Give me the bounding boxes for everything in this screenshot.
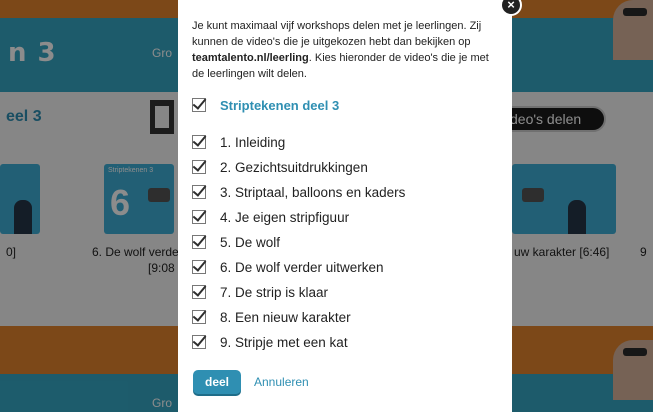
checkbox-checked[interactable] [192, 160, 206, 174]
video-checkbox-row[interactable]: 2. Gezichtsuitdrukkingen [192, 158, 368, 176]
checkbox-checked[interactable] [192, 335, 206, 349]
video-checkbox-row[interactable]: 7. De strip is klaar [192, 283, 328, 301]
dialog-intro-text: Je kunt maximaal vijf workshops delen me… [192, 18, 498, 82]
video-label: 3. Striptaal, balloons en kaders [220, 184, 406, 200]
checkbox-checked[interactable] [192, 260, 206, 274]
video-label: 4. Je eigen stripfiguur [220, 209, 350, 225]
share-button[interactable]: deel [193, 370, 241, 394]
video-checkbox-row[interactable]: 4. Je eigen stripfiguur [192, 208, 349, 226]
video-checkbox-row[interactable]: 9. Stripje met een kat [192, 333, 348, 351]
checkbox-checked[interactable] [192, 98, 206, 112]
checkbox-checked[interactable] [192, 285, 206, 299]
video-label: 2. Gezichtsuitdrukkingen [220, 159, 368, 175]
series-checkbox-row[interactable]: Striptekenen deel 3 [192, 96, 339, 114]
checkbox-checked[interactable] [192, 185, 206, 199]
video-checkbox-row[interactable]: 8. Een nieuw karakter [192, 308, 351, 326]
checkbox-checked[interactable] [192, 235, 206, 249]
series-label: Striptekenen deel 3 [220, 97, 340, 113]
video-checkbox-row[interactable]: 1. Inleiding [192, 133, 285, 151]
video-checkbox-row[interactable]: 3. Striptaal, balloons en kaders [192, 183, 405, 201]
video-label: 6. De wolf verder uitwerken [220, 259, 384, 275]
video-label: 7. De strip is klaar [220, 284, 329, 300]
video-label: 5. De wolf [220, 234, 281, 250]
video-label: 1. Inleiding [220, 134, 286, 150]
checkbox-checked[interactable] [192, 210, 206, 224]
checkbox-checked[interactable] [192, 310, 206, 324]
checkbox-checked[interactable] [192, 135, 206, 149]
student-url-link: teamtalento.nl/leerling [192, 52, 309, 64]
video-label: 9. Stripje met een kat [220, 334, 348, 350]
cancel-link[interactable]: Annuleren [254, 375, 309, 389]
video-checkbox-row[interactable]: 6. De wolf verder uitwerken [192, 258, 384, 276]
video-label: 8. Een nieuw karakter [220, 309, 351, 325]
video-checkbox-row[interactable]: 5. De wolf [192, 233, 280, 251]
intro-text-part: Je kunt maximaal vijf workshops delen me… [192, 20, 482, 48]
